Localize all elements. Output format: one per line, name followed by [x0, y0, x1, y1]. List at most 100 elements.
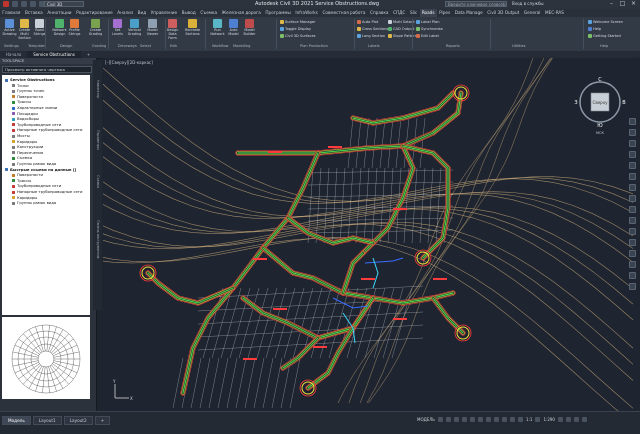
layout-tab-1[interactable]: Layout1: [32, 416, 62, 425]
navbar-tool-icon[interactable]: [629, 151, 636, 158]
doc-tab-drawing[interactable]: Service Obstructions: [27, 51, 81, 58]
navbar-tool-icon[interactable]: [629, 140, 636, 147]
ribbon-panel-label[interactable]: Modelling: [233, 44, 250, 48]
ribbon-tab[interactable]: Аннотации: [45, 9, 74, 17]
ribbon-tab[interactable]: Анализ: [115, 9, 135, 17]
road-centerline[interactable]: [237, 92, 462, 154]
station-label-mark[interactable]: [328, 146, 342, 148]
selection-cycling-icon[interactable]: [494, 417, 500, 422]
ribbon-button[interactable]: Model Builder: [242, 18, 257, 37]
tree-node[interactable]: Поверхности: [12, 172, 43, 177]
navbar-tool-icon[interactable]: [629, 217, 636, 224]
navbar-tool-icon[interactable]: [629, 228, 636, 235]
tree-node[interactable]: Напорные трубопроводные сети: [12, 127, 82, 132]
ribbon-tab[interactable]: MEC-RAS: [543, 9, 567, 17]
tree-node[interactable]: Service Obstructions: [5, 77, 55, 82]
tree-node[interactable]: Площадки: [12, 111, 38, 116]
tree-node[interactable]: Поверхности: [12, 94, 43, 99]
ribbon-panel-label[interactable]: Plan Production: [300, 44, 328, 48]
station-label-mark[interactable]: [273, 308, 287, 310]
ribbon-panel-label[interactable]: Help: [600, 44, 608, 48]
ribbon-panel-label[interactable]: Utilities: [512, 44, 526, 48]
navbar-tool-icon[interactable]: [629, 195, 636, 202]
workspace-switch-icon[interactable]: [535, 417, 541, 422]
tree-node[interactable]: Напорные трубопроводные сети: [12, 189, 82, 194]
ribbon-tab[interactable]: Совместная работа: [320, 9, 368, 17]
side-tab-survey[interactable]: Съемка: [94, 175, 100, 188]
navbar-tool-icon[interactable]: [629, 283, 636, 290]
snap-icon[interactable]: [446, 417, 452, 422]
wcs-label[interactable]: МСК: [596, 131, 604, 135]
tree-node[interactable]: Трубопроводные сети: [12, 122, 61, 127]
ribbon-button[interactable]: Active Drawing: [2, 18, 17, 37]
road-edge-line[interactable]: [236, 91, 463, 155]
ortho-icon[interactable]: [454, 417, 460, 422]
station-label-mark[interactable]: [393, 208, 407, 210]
station-label-mark[interactable]: [393, 318, 407, 320]
new-tab-button[interactable]: +: [81, 51, 96, 58]
ribbon-button[interactable]: Set Levels: [110, 18, 125, 37]
ribbon-tab[interactable]: Вставка: [23, 9, 45, 17]
tree-node[interactable]: Группы рамок вида: [12, 161, 56, 166]
tree-node[interactable]: Пересечения: [12, 150, 43, 155]
ribbon-tab[interactable]: Вывод: [179, 9, 198, 17]
ribbon-tab[interactable]: Data Manage: [452, 9, 485, 17]
tree-node[interactable]: Группы точек: [12, 88, 45, 93]
ribbon-button[interactable]: Create Grading: [88, 18, 103, 37]
ribbon-panel-label[interactable]: Labels: [368, 44, 380, 48]
navbar-tool-icon[interactable]: [629, 118, 636, 125]
road-centerline[interactable]: [352, 92, 454, 124]
ribbon-panel-label[interactable]: Driveways: [118, 44, 137, 48]
ribbon-button[interactable]: Create Multi Section: [17, 18, 32, 40]
ribbon-panel-label[interactable]: Settings: [4, 44, 19, 48]
ribbon-small-tool[interactable]: Surface Manager: [280, 20, 316, 24]
road-edge-line[interactable]: [361, 144, 415, 255]
ribbon-button[interactable]: Auto Model: [226, 18, 241, 37]
road-outer-line[interactable]: [235, 90, 464, 156]
ribbon-tab[interactable]: Slic: [408, 9, 420, 17]
road-outer-line[interactable]: [360, 143, 416, 256]
tree-node[interactable]: Трубопроводные сети: [12, 183, 61, 188]
pipe-line[interactable]: [364, 257, 404, 264]
navbar-tool-icon[interactable]: [629, 162, 636, 169]
annotation-scale[interactable]: 1:1: [526, 417, 532, 422]
ribbon-small-tool[interactable]: Welcome Screen: [588, 20, 623, 24]
annotation-visibility-icon[interactable]: [518, 417, 524, 422]
ribbon-tab[interactable]: Программы: [263, 9, 293, 17]
ribbon-small-tool[interactable]: CAD Output: [388, 27, 414, 31]
ribbon-panel-label[interactable]: Edit: [170, 44, 177, 48]
ribbon-button[interactable]: Profile Strings: [67, 18, 82, 37]
ribbon-panel-label[interactable]: Workflow: [212, 44, 229, 48]
clean-screen-icon[interactable]: [573, 417, 579, 422]
workspace-selector[interactable]: Civil 3D: [44, 1, 84, 7]
viewport-controls[interactable]: [–][Сверху][2D-каркас]: [105, 60, 153, 65]
ribbon-small-tool[interactable]: Getting Started: [588, 34, 621, 38]
tree-node[interactable]: Быстрые ссылки на данные []: [5, 167, 76, 172]
lineweight-icon[interactable]: [478, 417, 484, 422]
save-icon[interactable]: [30, 1, 36, 7]
sign-in-button[interactable]: Вход в службы: [512, 1, 544, 6]
drawing-viewport[interactable]: X Y [–][Сверху][2D-каркас] Сверху С Ю З …: [103, 58, 639, 411]
tree-node[interactable]: Коридоры: [12, 139, 37, 144]
ribbon-tab[interactable]: Редактирование: [74, 9, 115, 17]
navbar-tool-icon[interactable]: [629, 239, 636, 246]
ribbon-panel-label[interactable]: Select: [140, 44, 151, 48]
ribbon-tab[interactable]: Управление: [148, 9, 179, 17]
ribbon-tab[interactable]: Главная: [0, 9, 23, 17]
station-label-mark[interactable]: [361, 278, 375, 280]
open-icon[interactable]: [21, 1, 27, 7]
ribbon-tab[interactable]: General: [522, 9, 543, 17]
station-label-mark[interactable]: [253, 258, 267, 260]
tree-node[interactable]: Конструкции: [12, 144, 43, 149]
ribbon-small-tool[interactable]: Multi Setout: [388, 20, 415, 24]
navbar-tool-icon[interactable]: [629, 206, 636, 213]
ribbon-tab[interactable]: Вид: [135, 9, 148, 17]
tree-node[interactable]: Трассы: [12, 178, 31, 183]
station-label-mark[interactable]: [243, 358, 257, 360]
station-label-mark[interactable]: [313, 346, 327, 348]
minimize-icon[interactable]: –: [606, 0, 617, 9]
hardware-acceleration-icon[interactable]: [565, 417, 571, 422]
side-tab-settings[interactable]: Параметры: [94, 130, 100, 150]
grid-icon[interactable]: [438, 417, 444, 422]
ribbon-panel-label[interactable]: Reports: [446, 44, 460, 48]
